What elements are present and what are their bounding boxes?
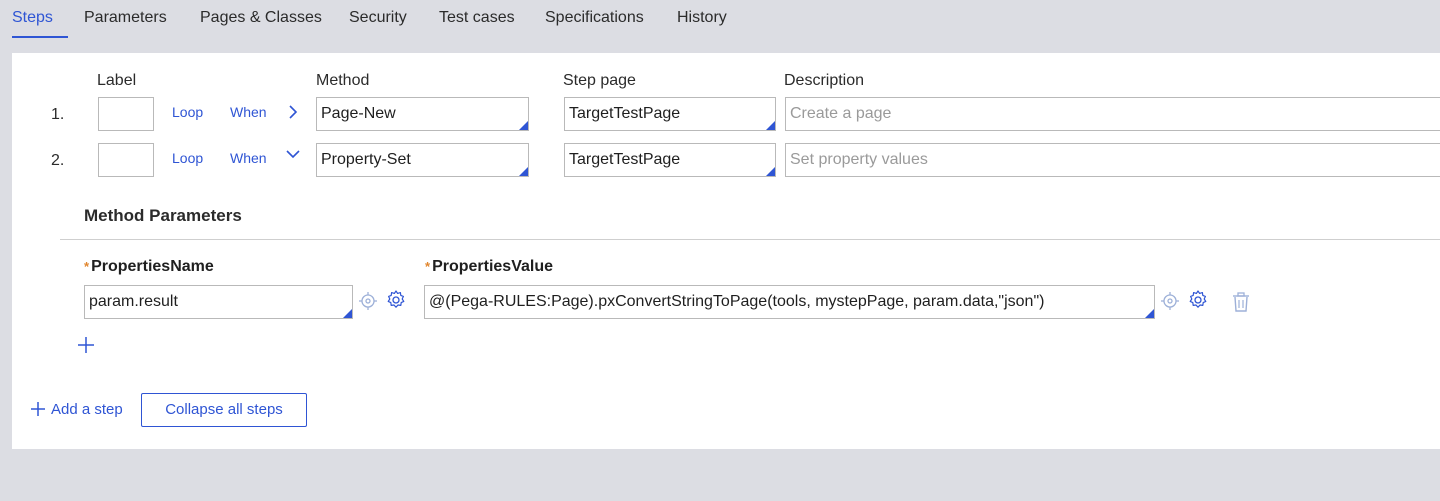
autocomplete-corner-icon	[519, 167, 528, 176]
step-label-input[interactable]	[98, 97, 154, 131]
tab-specifications[interactable]: Specifications	[545, 0, 644, 38]
method-value: Page-New	[321, 105, 396, 122]
method-field[interactable]: Page-New	[316, 97, 529, 131]
autocomplete-corner-icon	[766, 167, 775, 176]
step-page-field[interactable]: TargetTestPage	[564, 97, 776, 131]
section-divider	[60, 239, 1440, 240]
tab-history[interactable]: History	[677, 0, 727, 38]
chevron-down-icon[interactable]	[285, 146, 301, 162]
autocomplete-corner-icon	[343, 309, 352, 318]
properties-value-value: @(Pega-RULES:Page).pxConvertStringToPage…	[429, 293, 1045, 310]
add-parameter-plus-icon[interactable]	[75, 334, 97, 356]
tab-test-cases[interactable]: Test cases	[439, 0, 515, 38]
required-marker: *	[425, 259, 431, 274]
step-page-field[interactable]: TargetTestPage	[564, 143, 776, 177]
when-link[interactable]: When	[230, 150, 267, 166]
description-placeholder: Create a page	[790, 105, 892, 122]
description-field[interactable]: Create a page	[785, 97, 1440, 131]
step-label-input[interactable]	[98, 143, 154, 177]
trash-icon[interactable]	[1230, 291, 1252, 313]
step-page-value: TargetTestPage	[569, 105, 681, 122]
when-link[interactable]: When	[230, 104, 267, 120]
tab-parameters[interactable]: Parameters	[84, 0, 167, 38]
tab-steps[interactable]: Steps	[12, 0, 68, 38]
description-field[interactable]: Set property values	[785, 143, 1440, 177]
column-header-step-page: Step page	[563, 72, 636, 89]
step-number: 2.	[51, 152, 65, 169]
properties-value-field[interactable]: @(Pega-RULES:Page).pxConvertStringToPage…	[424, 285, 1155, 319]
target-icon[interactable]	[1159, 290, 1181, 312]
properties-name-field[interactable]: param.result	[84, 285, 353, 319]
gear-icon[interactable]	[1187, 289, 1209, 311]
properties-name-header: * PropertiesName	[84, 258, 214, 276]
add-step-link[interactable]: Add a step	[29, 400, 123, 418]
column-header-label: Label	[97, 72, 137, 89]
chevron-right-icon[interactable]	[285, 104, 301, 120]
tab-bar: Steps Parameters Pages & Classes Securit…	[0, 0, 1440, 38]
step-number: 1.	[51, 106, 65, 123]
gear-icon[interactable]	[385, 289, 407, 311]
tab-pages-classes[interactable]: Pages & Classes	[200, 0, 322, 38]
description-placeholder: Set property values	[790, 151, 928, 168]
properties-name-header-label: PropertiesName	[91, 258, 214, 275]
tab-security[interactable]: Security	[349, 0, 407, 38]
loop-link[interactable]: Loop	[172, 104, 203, 120]
properties-value-header: * PropertiesValue	[425, 258, 553, 276]
method-value: Property-Set	[321, 151, 411, 168]
properties-value-header-label: PropertiesValue	[432, 258, 554, 275]
plus-icon	[31, 402, 45, 416]
autocomplete-corner-icon	[766, 121, 775, 130]
required-marker: *	[84, 259, 90, 274]
column-header-description: Description	[784, 72, 865, 89]
method-field[interactable]: Property-Set	[316, 143, 529, 177]
collapse-all-steps-button[interactable]: Collapse all steps	[141, 393, 307, 427]
autocomplete-corner-icon	[1145, 309, 1154, 318]
loop-link[interactable]: Loop	[172, 150, 203, 166]
target-icon[interactable]	[357, 290, 379, 312]
properties-name-value: param.result	[89, 293, 178, 310]
method-parameters-title: Method Parameters	[84, 206, 242, 225]
autocomplete-corner-icon	[519, 121, 528, 130]
add-step-label: Add a step	[51, 400, 123, 418]
step-page-value: TargetTestPage	[569, 151, 681, 168]
column-header-method: Method	[316, 72, 370, 89]
